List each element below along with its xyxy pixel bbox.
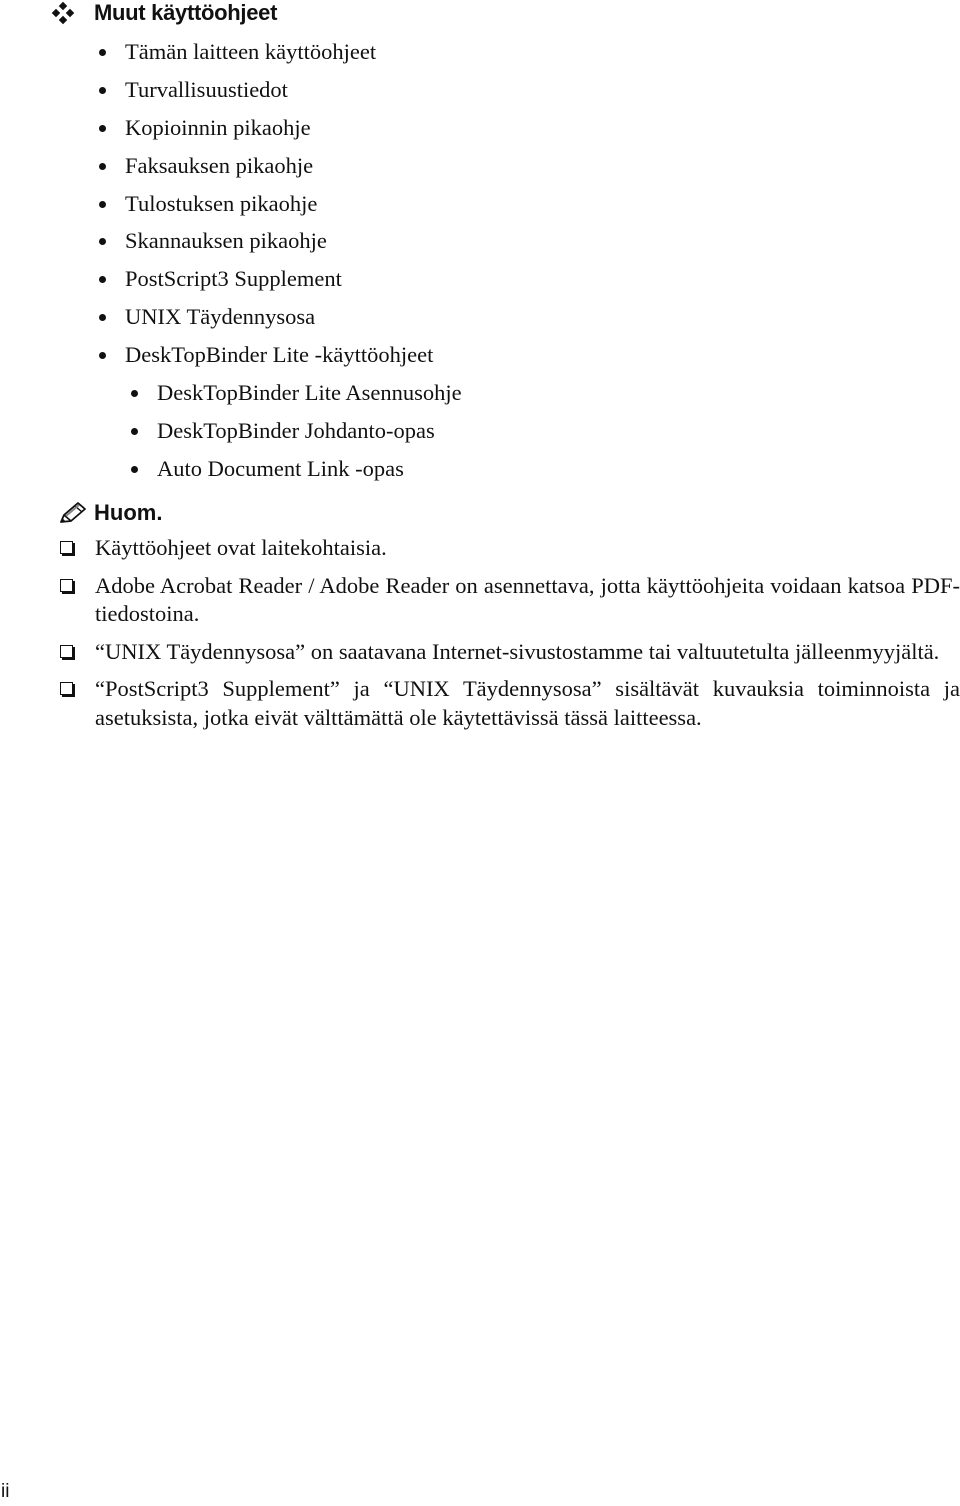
- list-item: Turvallisuustiedot: [96, 71, 462, 109]
- sub-list-item: DeskTopBinder Johdanto-opas: [96, 412, 462, 450]
- list-item: DeskTopBinder Lite -käyttöohjeet: [96, 336, 462, 374]
- note-text: Adobe Acrobat Reader / Adobe Reader on a…: [95, 572, 960, 627]
- sub-list-item: Auto Document Link -opas: [96, 450, 462, 488]
- four-diamonds-icon: [51, 1, 75, 25]
- note-text: “PostScript3 Supplement” ja “UNIX Täyden…: [95, 676, 960, 730]
- list-item: Kopioinnin pikaohje: [96, 109, 462, 147]
- list-item: Skannauksen pikaohje: [96, 222, 462, 260]
- page-number: ii: [1, 1481, 10, 1502]
- list-item: Faksauksen pikaohje: [96, 147, 462, 185]
- note-heading: Huom.: [58, 500, 162, 526]
- note-title: Huom.: [94, 500, 163, 525]
- list-item: PostScript3 Supplement: [96, 260, 462, 298]
- list-item: Tulostuksen pikaohje: [96, 185, 462, 223]
- list-item: Tämän laitteen käyttöohjeet: [96, 33, 462, 71]
- checkbox-icon: [60, 541, 73, 554]
- note-item: “PostScript3 Supplement” ja “UNIX Täyden…: [60, 675, 960, 732]
- note-text: Käyttöohjeet ovat laitekohtaisia.: [95, 535, 387, 560]
- section-heading: Muut käyttöohjeet: [51, 0, 278, 26]
- note-item: “UNIX Täydennysosa” on saatavana Interne…: [60, 638, 960, 667]
- pencil-icon: [60, 502, 86, 523]
- checkbox-icon: [60, 682, 73, 695]
- sub-list-item: DeskTopBinder Lite Asennusohje: [96, 374, 462, 412]
- list-item: UNIX Täydennysosa: [96, 298, 462, 336]
- checkbox-icon: [60, 578, 73, 592]
- section-title: Muut käyttöohjeet: [94, 0, 278, 25]
- note-item: Käyttöohjeet ovat laitekohtaisia.: [60, 534, 960, 563]
- note-list: Käyttöohjeet ovat laitekohtaisia. Adobe …: [60, 534, 960, 741]
- checkbox-icon: [60, 644, 73, 658]
- manual-list: Tämän laitteen käyttöohjeet Turvallisuus…: [96, 33, 462, 488]
- note-item: Adobe Acrobat Reader / Adobe Reader on a…: [60, 572, 960, 629]
- note-text: “UNIX Täydennysosa” on saatavana Interne…: [95, 638, 940, 664]
